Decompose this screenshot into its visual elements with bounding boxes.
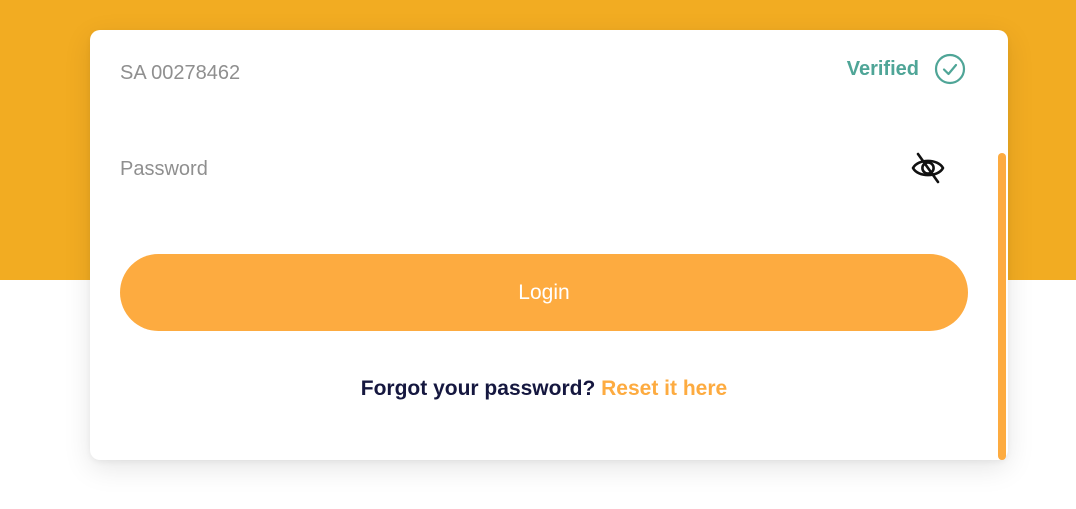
check-circle-icon — [933, 52, 967, 86]
scrollbar[interactable] — [996, 150, 1006, 460]
forgot-password-text: Forgot your password? — [360, 377, 596, 400]
verified-status: Verified — [847, 52, 967, 86]
password-input[interactable] — [120, 154, 880, 184]
login-button[interactable]: Login — [120, 254, 968, 331]
eye-off-icon[interactable] — [910, 150, 946, 186]
reset-password-link[interactable]: Reset it here — [601, 377, 727, 400]
scrollbar-thumb[interactable] — [998, 153, 1006, 460]
verified-label: Verified — [846, 57, 919, 80]
forgot-password-row: Forgot your password? Reset it here — [90, 377, 998, 401]
password-field — [120, 150, 960, 190]
account-number: SA 00278462 — [120, 62, 241, 84]
login-card: SA 00278462 Verified Login Forgot your p… — [90, 30, 1008, 460]
account-field: SA 00278462 Verified — [120, 53, 966, 90]
